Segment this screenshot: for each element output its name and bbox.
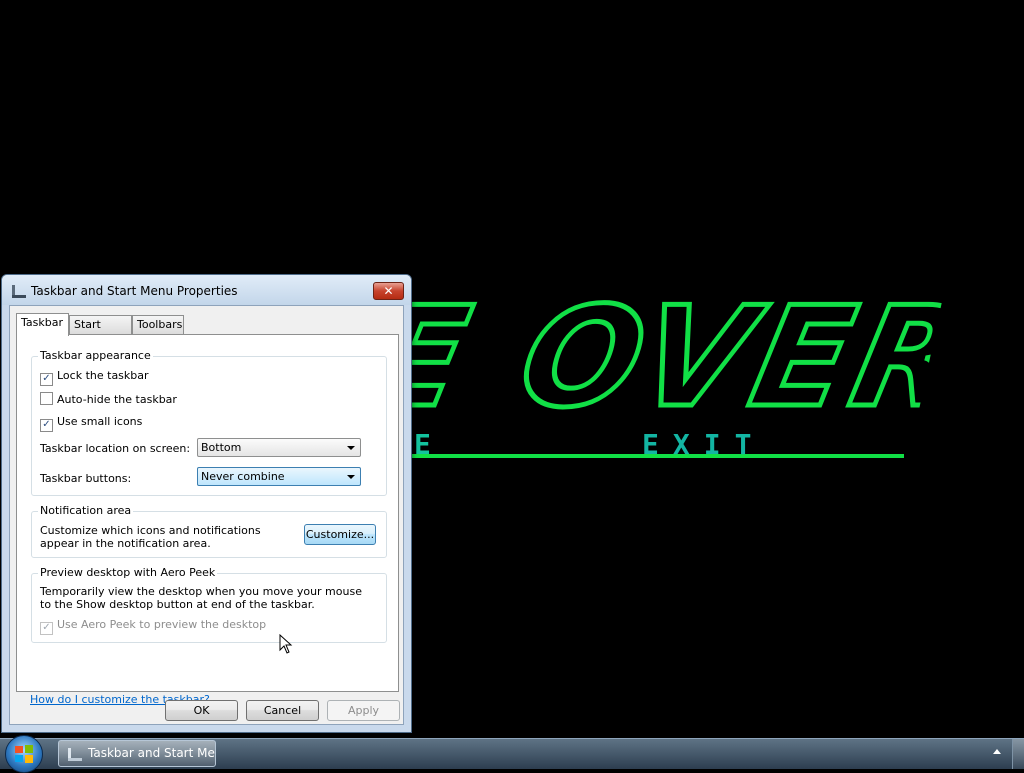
taskbar-properties-dialog: Taskbar and Start Menu Properties ✕ Task… bbox=[1, 274, 412, 733]
group-title-aero-peek: Preview desktop with Aero Peek bbox=[38, 566, 218, 579]
taskbar-tab-panel: Taskbar appearance ✓ Lock the taskbar Aut… bbox=[16, 334, 399, 706]
group-title-appearance: Taskbar appearance bbox=[38, 349, 153, 362]
checkbox-box[interactable] bbox=[40, 392, 53, 405]
dialog-titlebar[interactable]: Taskbar and Start Menu Properties ✕ bbox=[2, 275, 411, 305]
dialog-client-area: Taskbar Start Menu Toolbars Taskbar appe… bbox=[9, 305, 404, 725]
location-select-value: Bottom bbox=[201, 441, 242, 454]
aero-peek-checkbox[interactable]: ✓ Use Aero Peek to preview the desktop bbox=[40, 618, 267, 635]
chevron-up-icon[interactable] bbox=[993, 749, 1001, 754]
taskbar-properties-icon bbox=[12, 285, 26, 298]
buttons-select[interactable]: Never combine bbox=[197, 467, 361, 486]
checkbox-box[interactable]: ✓ bbox=[40, 373, 53, 386]
checkbox-label: Use Aero Peek to preview the desktop bbox=[57, 618, 267, 631]
mouse-cursor-icon bbox=[279, 634, 293, 654]
lock-taskbar-checkbox[interactable]: ✓ Lock the taskbar bbox=[40, 369, 149, 386]
tab-taskbar[interactable]: Taskbar bbox=[16, 313, 69, 336]
game-over-title: E OVER bbox=[355, 292, 945, 424]
close-button[interactable]: ✕ bbox=[373, 282, 404, 300]
buttons-select-value: Never combine bbox=[201, 470, 285, 483]
windows-logo-icon bbox=[15, 745, 33, 763]
small-icons-checkbox[interactable]: ✓ Use small icons bbox=[40, 415, 143, 432]
apply-button[interactable]: Apply bbox=[327, 700, 400, 721]
aero-peek-description: Temporarily view the desktop when you mo… bbox=[40, 585, 362, 611]
close-icon: ✕ bbox=[383, 284, 394, 298]
game-menu-exit[interactable]: EXIT bbox=[642, 428, 765, 461]
location-label: Taskbar location on screen: bbox=[40, 442, 191, 455]
group-title-notification: Notification area bbox=[38, 504, 134, 517]
ok-button[interactable]: OK bbox=[165, 700, 238, 721]
game-menu-option-partial[interactable]: E bbox=[414, 428, 432, 461]
chevron-down-icon bbox=[347, 446, 355, 450]
chevron-down-icon bbox=[347, 475, 355, 479]
taskbar-button-properties[interactable]: Taskbar and Start Me... bbox=[58, 740, 216, 767]
autohide-taskbar-checkbox[interactable]: Auto-hide the taskbar bbox=[40, 392, 177, 406]
group-notification-area: Notification area Customize which icons … bbox=[31, 504, 387, 558]
group-taskbar-appearance: Taskbar appearance ✓ Lock the taskbar Aut… bbox=[31, 349, 387, 496]
group-aero-peek: Preview desktop with Aero Peek Temporari… bbox=[31, 566, 387, 643]
checkbox-label: Use small icons bbox=[57, 415, 143, 428]
start-button[interactable] bbox=[5, 735, 43, 773]
taskbar-properties-icon bbox=[68, 748, 82, 761]
tab-start-menu[interactable]: Start Menu bbox=[69, 315, 132, 349]
show-desktop-button[interactable] bbox=[1012, 739, 1024, 769]
checkbox-label: Auto-hide the taskbar bbox=[57, 393, 177, 406]
checkbox-box[interactable]: ✓ bbox=[40, 622, 53, 635]
buttons-label: Taskbar buttons: bbox=[40, 472, 132, 485]
windows-taskbar: Taskbar and Start Me... bbox=[0, 735, 1024, 773]
taskbar-button-label: Taskbar and Start Me... bbox=[88, 746, 216, 760]
checkbox-box[interactable]: ✓ bbox=[40, 419, 53, 432]
checkbox-label: Lock the taskbar bbox=[57, 369, 149, 382]
dialog-title: Taskbar and Start Menu Properties bbox=[31, 284, 238, 298]
location-select[interactable]: Bottom bbox=[197, 438, 361, 457]
tab-toolbars[interactable]: Toolbars bbox=[132, 315, 184, 334]
notification-description: Customize which icons and notifications … bbox=[40, 524, 261, 550]
cancel-button[interactable]: Cancel bbox=[246, 700, 319, 721]
customize-button[interactable]: Customize... bbox=[304, 524, 376, 545]
